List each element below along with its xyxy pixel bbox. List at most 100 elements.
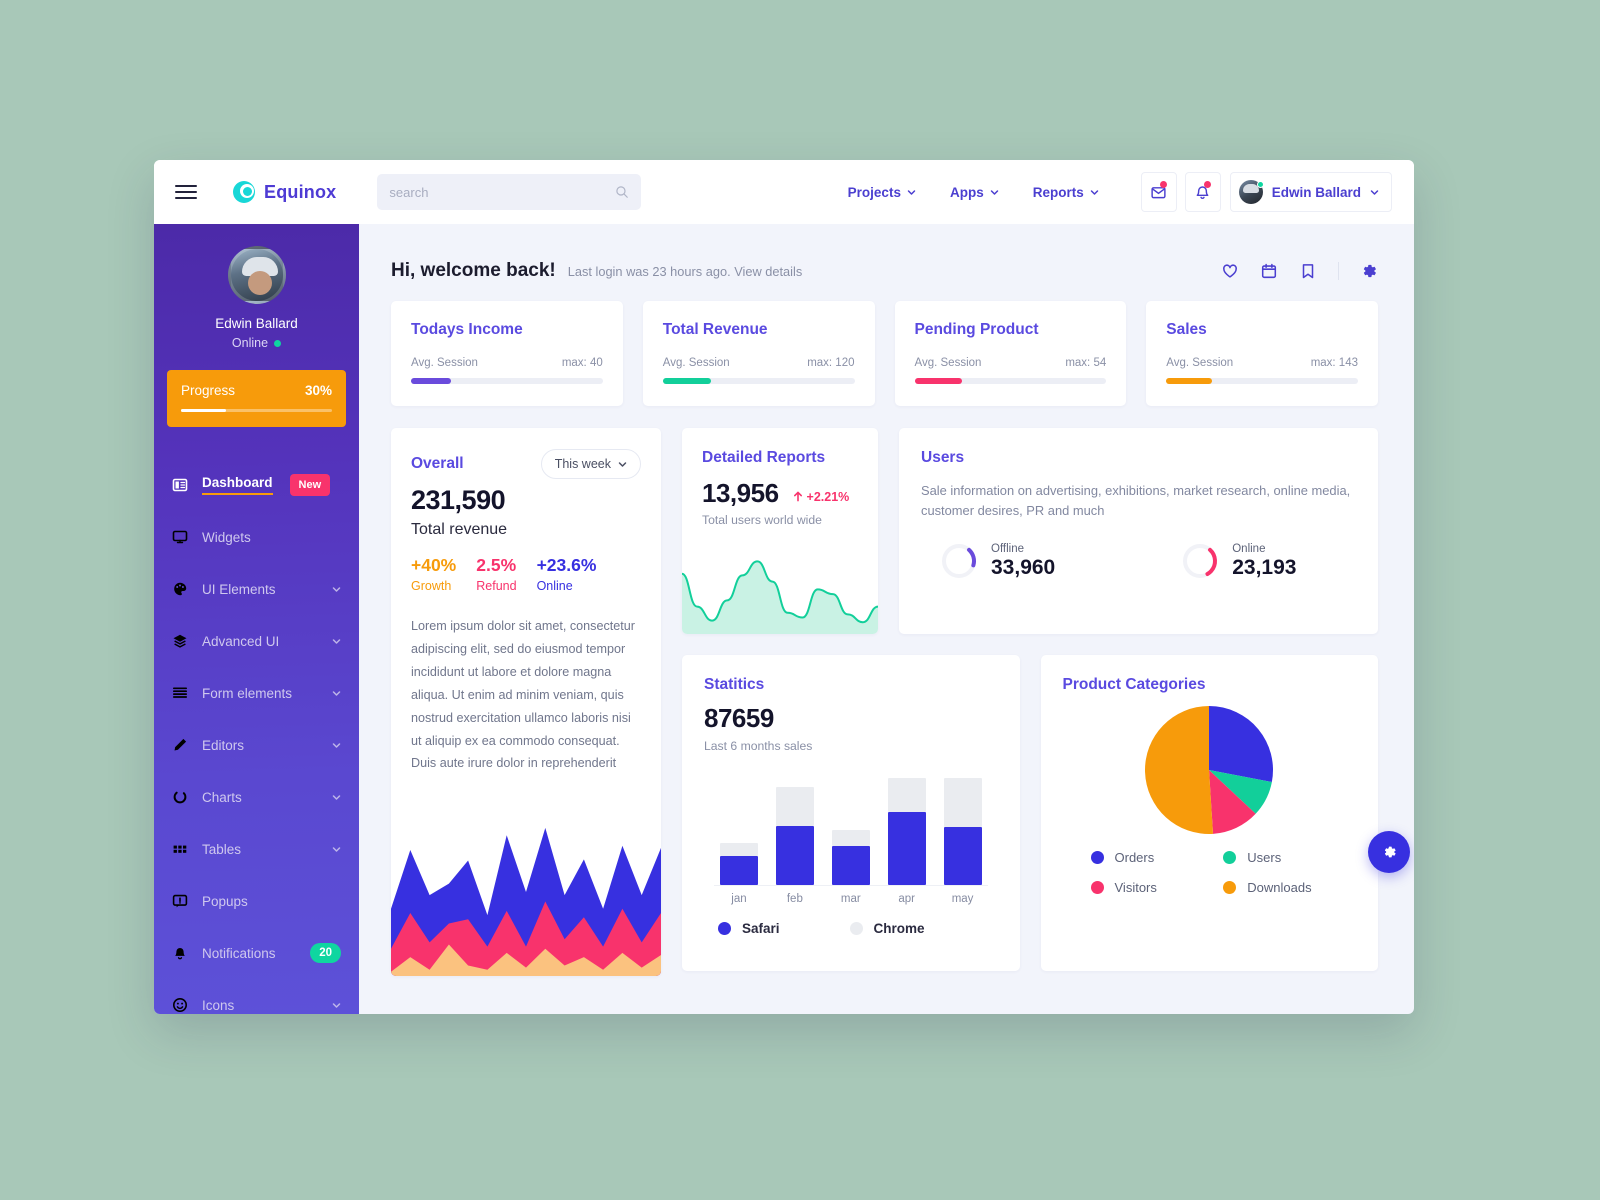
period-select[interactable]: This week xyxy=(540,449,641,479)
stat-card-track xyxy=(914,378,1107,384)
sidebar-item-ui-elements[interactable]: UI Elements xyxy=(154,563,359,615)
kpi-value: +40% xyxy=(411,555,457,575)
legend-item-visitors[interactable]: Visitors xyxy=(1090,880,1224,895)
sidebar-item-editors[interactable]: Editors xyxy=(154,719,359,771)
sidebar-item-form-elements[interactable]: Form elements xyxy=(154,667,359,719)
sidebar-item-tables[interactable]: Tables xyxy=(154,823,359,875)
stat-card-track xyxy=(662,378,855,384)
donut-label: Offline xyxy=(991,542,1025,555)
kpi-label: Growth xyxy=(411,579,452,593)
topnav-reports-label: Reports xyxy=(1032,184,1084,200)
legend-label: Chrome xyxy=(873,921,925,936)
sidebar-item-icons[interactable]: Icons xyxy=(154,979,359,1014)
stat-card-track xyxy=(1166,378,1358,384)
sidebar-item-widgets[interactable]: Widgets xyxy=(154,511,359,563)
sidebar-item-label: UI Elements xyxy=(202,581,276,597)
search-input[interactable] xyxy=(389,184,616,200)
stat-card-sales: Sales Avg. Session max: 143 xyxy=(1146,301,1378,406)
donut-label: Online xyxy=(1232,542,1266,555)
chevron-down-icon xyxy=(1090,189,1098,195)
stat-card-meta: Avg. Session max: 120 xyxy=(663,357,855,369)
kpi-online: +23.6% Online xyxy=(537,555,597,593)
donut-chart xyxy=(942,544,976,578)
statitics-legend: Safari Chrome xyxy=(704,921,998,936)
welcome-actions xyxy=(1221,262,1378,280)
users-donut-online: Online 23,193 xyxy=(1181,542,1296,580)
users-donut-offline: Offline 33,960 xyxy=(940,542,1055,580)
sidebar-item-popups[interactable]: Popups xyxy=(154,875,359,927)
hamburger-icon[interactable] xyxy=(175,181,197,203)
kpi-value: +23.6% xyxy=(536,555,597,575)
legend-item-users[interactable]: Users xyxy=(1223,850,1356,865)
sidebar-item-dashboard[interactable]: Dashboard New xyxy=(154,459,359,511)
chevron-down-icon xyxy=(332,846,341,852)
progress-percent: 30% xyxy=(304,383,332,398)
statitics-value: 87659 xyxy=(704,703,774,733)
detailed-reports-value: 13,956 xyxy=(702,478,779,508)
statitics-card: Statitics 87659 Last 6 months sales jan f… xyxy=(682,655,1020,971)
legend-item-downloads[interactable]: Downloads xyxy=(1223,880,1356,895)
legend-color-dot xyxy=(718,922,731,935)
gear-icon[interactable] xyxy=(1360,262,1378,280)
main-content: Hi, welcome back! Last login was 23 hour… xyxy=(359,224,1414,1014)
sidebar-item-charts[interactable]: Charts xyxy=(154,771,359,823)
product-categories-title: Product Categories xyxy=(1062,676,1206,693)
stat-card-track xyxy=(411,378,603,384)
product-categories-card: Product Categories Orders Users Visitors Do… xyxy=(1040,655,1410,971)
sidebar-profile-name: Edwin Ballard xyxy=(215,316,298,331)
sidebar-item-advanced-ui[interactable]: Advanced UI xyxy=(154,615,359,667)
sidebar-profile: Edwin Ballard Online xyxy=(154,224,359,350)
bar-column xyxy=(943,767,982,885)
period-select-label: This week xyxy=(554,457,611,471)
topnav-apps[interactable]: Apps xyxy=(950,185,999,200)
pie-slice-downloads[interactable] xyxy=(1145,706,1214,834)
bar-x-label: mar xyxy=(840,893,861,905)
mail-button[interactable] xyxy=(1140,172,1177,212)
chevron-down-icon xyxy=(332,742,341,748)
sidebar-profile-status: Online xyxy=(154,336,359,350)
stat-card-total-revenue: Total Revenue Avg. Session max: 120 xyxy=(642,301,875,406)
sidebar-item-notifications[interactable]: Notifications 20 xyxy=(154,927,359,979)
detailed-reports-card: Detailed Reports 13,956 +2.21% Total use… xyxy=(682,428,878,634)
bar-segment-chrome xyxy=(943,777,982,828)
chevron-down-icon xyxy=(907,189,916,195)
legend-item-safari[interactable]: Safari xyxy=(718,921,780,936)
stat-cards-row: Todays Income Avg. Session max: 40 Total Re… xyxy=(359,282,1414,406)
bookmark-icon[interactable] xyxy=(1299,262,1317,280)
legend-label: Downloads xyxy=(1247,880,1312,895)
stat-card-fill xyxy=(1166,378,1213,384)
legend-item-chrome[interactable]: Chrome xyxy=(849,921,925,936)
bar-segment-safari xyxy=(943,827,982,885)
legend-color-dot xyxy=(1090,881,1104,894)
kpi-label: Online xyxy=(536,579,573,593)
top-bar: Equinox Projects Apps Reports xyxy=(154,160,1414,224)
chevron-down-icon xyxy=(332,794,341,800)
topnav-reports[interactable]: Reports xyxy=(1033,185,1099,200)
last-login-text: Last login was 23 hours ago. View detail… xyxy=(567,263,803,279)
layers-icon xyxy=(173,634,187,648)
pie-slice-orders[interactable] xyxy=(1209,706,1274,782)
notifications-button[interactable] xyxy=(1184,172,1221,212)
top-navigation: Projects Apps Reports Edwin Ballard xyxy=(848,172,1414,212)
user-menu[interactable]: Edwin Ballard xyxy=(1229,172,1392,212)
legend-item-orders[interactable]: Orders xyxy=(1090,850,1224,865)
search-box[interactable] xyxy=(377,174,642,210)
chevron-down-icon xyxy=(332,690,341,696)
equinox-mark-icon xyxy=(233,181,255,203)
topnav-projects[interactable]: Projects xyxy=(848,185,916,200)
stat-card-fill xyxy=(914,378,963,384)
heart-icon[interactable] xyxy=(1221,262,1239,280)
brand-logo[interactable]: Equinox xyxy=(233,181,336,203)
welcome-bar: Hi, welcome back! Last login was 23 hour… xyxy=(359,224,1414,282)
donut-chart xyxy=(1183,544,1218,578)
stat-card-meta-left: Avg. Session xyxy=(914,357,982,369)
bar-segment-safari xyxy=(831,845,870,885)
detailed-reports-title: Detailed Reports xyxy=(702,449,826,466)
calendar-icon[interactable] xyxy=(1260,262,1278,280)
stat-card-title: Total Revenue xyxy=(662,321,768,338)
overall-title: Overall xyxy=(411,455,464,472)
bar-column xyxy=(831,767,870,885)
kpi-label: Refund xyxy=(476,579,517,593)
topnav-apps-label: Apps xyxy=(949,184,984,200)
settings-fab-button[interactable] xyxy=(1368,831,1410,873)
